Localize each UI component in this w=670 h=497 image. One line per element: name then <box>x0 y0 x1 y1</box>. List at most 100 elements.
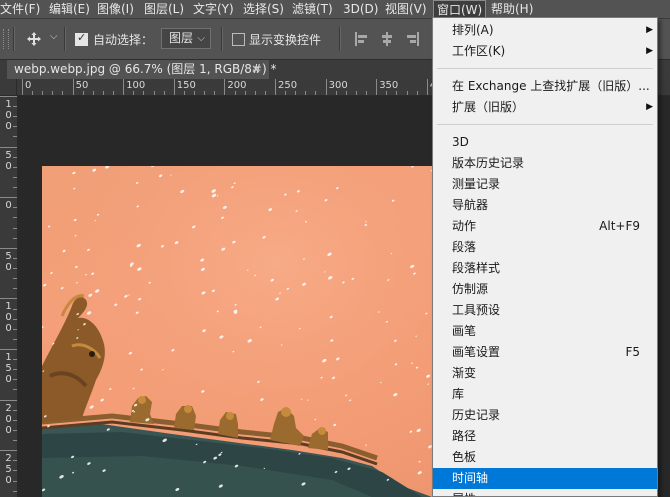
window-menu-item[interactable]: 时间轴 <box>433 468 657 489</box>
window-menu-item[interactable]: 导航器 <box>433 195 657 216</box>
ruler-major-tick <box>426 79 428 95</box>
menu-item-label: 在 Exchange 上查找扩展（旧版）... <box>452 79 650 93</box>
snow-roof-photo <box>42 166 432 497</box>
window-menu-item[interactable]: 渐变 <box>433 363 657 384</box>
window-menu-item[interactable]: 色板 <box>433 447 657 468</box>
menu-item-label: 3D <box>452 135 469 149</box>
menu-3d[interactable]: 3D(D) <box>343 0 378 18</box>
menu-separator <box>437 68 653 69</box>
ruler-minor-tick <box>13 227 17 229</box>
window-menu-item[interactable]: 动作 Alt+F9 <box>433 216 657 237</box>
ruler-major-tick <box>0 298 17 300</box>
window-menu-item[interactable]: 库 <box>433 384 657 405</box>
ruler-minor-tick <box>13 308 17 310</box>
ruler-minor-tick <box>264 91 266 95</box>
menu-item-label: 渐变 <box>452 366 477 380</box>
ruler-origin[interactable] <box>0 79 17 96</box>
submenu-arrow-icon: ▶ <box>646 102 653 112</box>
auto-select-target-value: 图层 <box>169 31 194 45</box>
document-tab-title: webp.webp.jpg @ 66.7% (图层 1, RGB/8#) * <box>14 62 277 76</box>
menu-file[interactable]: 文件(F) <box>0 0 40 18</box>
menu-item-label: 时间轴 <box>452 471 489 485</box>
window-menu-item[interactable]: 工具预设 <box>433 300 657 321</box>
chevron-down-icon[interactable]: ⌵ <box>50 31 58 42</box>
window-menu-item[interactable]: 测量记录 <box>433 174 657 195</box>
window-menu-item[interactable]: 画笔 <box>433 321 657 342</box>
window-menu-item[interactable]: 版本历史记录 <box>433 153 657 174</box>
align-horizontal-center-icon[interactable] <box>380 32 394 46</box>
ruler-major-tick <box>0 349 17 350</box>
ruler-minor-tick <box>285 91 287 95</box>
ruler-minor-tick <box>13 429 17 431</box>
ruler-minor-tick <box>82 91 84 95</box>
window-menu-item[interactable]: 路径 <box>433 426 657 447</box>
window-menu-item[interactable]: 排列(A) ▶ <box>433 20 657 41</box>
ruler-minor-tick <box>13 470 17 472</box>
ruler-major-tick <box>22 79 23 95</box>
window-menu-item[interactable]: 画笔设置 F5 <box>433 342 657 363</box>
ruler-minor-tick <box>143 91 145 95</box>
close-icon[interactable]: × <box>251 60 261 79</box>
ruler-major-tick <box>0 146 17 148</box>
window-menu-item[interactable]: 3D <box>433 132 657 153</box>
menu-type[interactable]: 文字(Y) <box>193 0 234 18</box>
ruler-label: 250 <box>278 80 298 91</box>
ruler-label: 150 <box>176 80 196 91</box>
menu-item-label: 工具预设 <box>452 303 501 317</box>
ruler-major-tick <box>0 96 17 97</box>
ruler-minor-tick <box>13 126 17 128</box>
ruler-major-tick <box>123 79 125 95</box>
window-menu-item[interactable]: 工作区(K) ▶ <box>433 41 657 62</box>
document-tab[interactable]: webp.webp.jpg @ 66.7% (图层 1, RGB/8#) * × <box>7 60 276 79</box>
image-canvas[interactable] <box>42 166 432 497</box>
align-left-icon[interactable] <box>355 32 369 46</box>
ruler-minor-tick <box>13 389 17 391</box>
menu-item-shortcut: Alt+F9 <box>599 219 640 233</box>
menu-edit[interactable]: 编辑(E) <box>49 0 90 18</box>
menu-item-label: 路径 <box>452 429 477 443</box>
menu-window[interactable]: 窗口(W) <box>433 0 487 18</box>
ruler-minor-tick <box>416 91 418 95</box>
window-menu-item[interactable]: 段落样式 <box>433 258 657 279</box>
window-menu-item[interactable]: 在 Exchange 上查找扩展（旧版）... <box>433 76 657 97</box>
auto-select-label: 自动选择： <box>93 33 154 47</box>
show-transform-checkbox[interactable] <box>232 33 245 46</box>
menu-help[interactable]: 帮助(H) <box>491 0 533 18</box>
vertical-ruler[interactable]: 100 50 0 50 100 150 200 250 <box>0 96 18 497</box>
ruler-minor-tick <box>13 409 17 411</box>
window-menu-item[interactable]: 扩展（旧版） ▶ <box>433 97 657 118</box>
ruler-minor-tick <box>13 369 17 371</box>
window-menu-item[interactable]: 段落 <box>433 237 657 258</box>
menu-layer[interactable]: 图层(L) <box>144 0 184 18</box>
align-right-icon[interactable] <box>405 32 419 46</box>
window-menu-item[interactable]: 属性 <box>433 489 657 496</box>
ruler-minor-tick <box>52 91 54 95</box>
ruler-minor-tick <box>13 278 17 280</box>
ruler-label: 50 <box>5 149 12 172</box>
ruler-minor-tick <box>13 176 17 178</box>
ruler-minor-tick <box>13 490 17 492</box>
menu-item-label: 排列(A) <box>452 23 494 37</box>
show-transform-label: 显示变换控件 <box>249 33 322 47</box>
menu-image[interactable]: 图像(I) <box>97 0 134 18</box>
window-menu-item[interactable]: 历史记录 <box>433 405 657 426</box>
divider <box>13 27 15 51</box>
ruler-minor-tick <box>133 91 135 95</box>
menu-filter[interactable]: 滤镜(T) <box>292 0 333 18</box>
ruler-minor-tick <box>305 91 307 95</box>
window-menu-item[interactable]: 仿制源 <box>433 279 657 300</box>
ruler-minor-tick <box>13 237 17 239</box>
ruler-label: 250 <box>5 453 12 487</box>
ruler-minor-tick <box>13 338 17 340</box>
auto-select-checkbox[interactable] <box>75 31 88 46</box>
ruler-label: 350 <box>379 80 399 91</box>
toolbar-grip[interactable] <box>3 29 9 49</box>
menu-view[interactable]: 视图(V) <box>385 0 427 18</box>
ruler-minor-tick <box>366 91 368 95</box>
menu-item-label: 段落样式 <box>452 261 501 275</box>
auto-select-target-dropdown[interactable]: 图层 ⌵ <box>161 28 211 49</box>
ruler-minor-tick <box>194 91 196 95</box>
ruler-minor-tick <box>254 91 256 95</box>
menu-select[interactable]: 选择(S) <box>243 0 284 18</box>
move-tool-icon[interactable] <box>26 31 42 47</box>
